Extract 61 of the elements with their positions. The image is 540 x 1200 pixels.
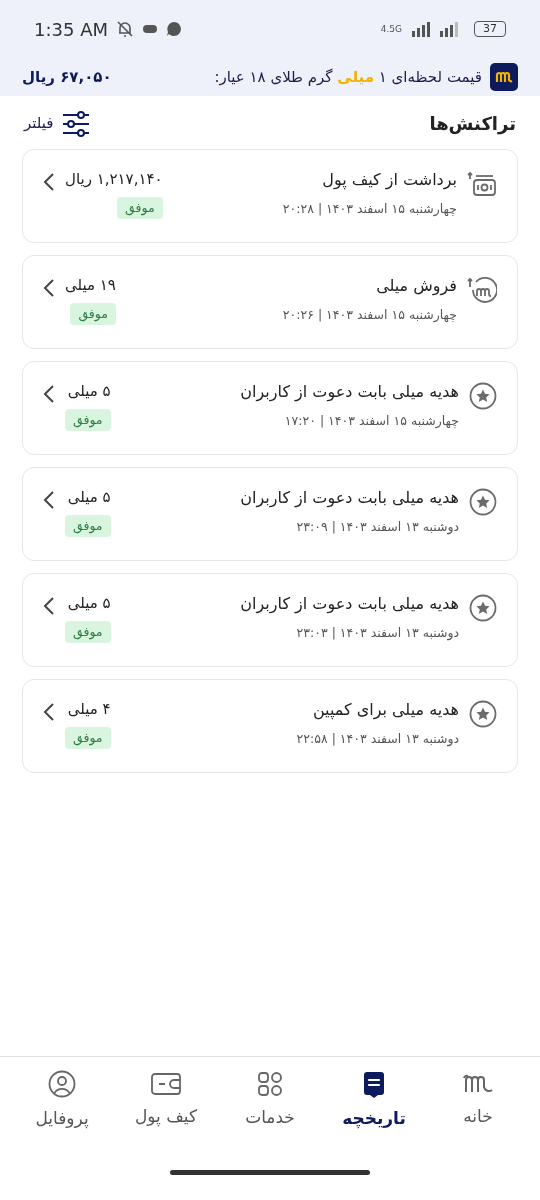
status-badge: موفق: [65, 726, 111, 750]
transaction-date: چهارشنبه ۱۵ اسفند ۱۴۰۳ | ۲۰:۲۶: [281, 306, 457, 325]
transaction-amount: ۴ میلی: [67, 699, 111, 720]
transaction-card[interactable]: برداشت از کیف پول چهارشنبه ۱۵ اسفند ۱۴۰۳ | ۲۰:۲۸ ۱,۲۱۷,۱۴۰ ریال موفق: [22, 149, 518, 243]
grid-icon: [257, 1070, 283, 1097]
status-badge: موفق: [65, 514, 111, 538]
page-title: تراکنش‌ها: [429, 112, 516, 137]
transaction-card[interactable]: فروش میلی چهارشنبه ۱۵ اسفند ۱۴۰۳ | ۲۰:۲۶ ۱۹ میلی موفق: [22, 255, 518, 349]
profile-icon: [48, 1069, 76, 1098]
transaction-title: هدیه میلی بابت دعوت از کاربران: [239, 593, 459, 616]
transaction-card[interactable]: هدیه میلی بابت دعوت از کاربران دوشنبه ۱۳ اسفند ۱۴۰۳ | ۲۳:۰۹ ۵ میلی موفق: [22, 467, 518, 561]
transaction-date: دوشنبه ۱۳ اسفند ۱۴۰۳ | ۲۲:۵۸: [295, 730, 459, 749]
transaction-amount: ۱۹ میلی: [65, 275, 116, 296]
star-badge-icon: [469, 700, 497, 728]
chevron-left-icon[interactable]: [43, 596, 55, 616]
status-badge: موفق: [65, 408, 111, 432]
price-value: ۶۷,۰۵۰ ریال: [22, 66, 112, 88]
transaction-title: فروش میلی: [375, 275, 457, 298]
chat-bubble-icon: [166, 21, 182, 37]
transaction-amount: ۵ میلی: [67, 487, 111, 508]
app-logo-icon: [490, 63, 518, 91]
transaction-title: برداشت از کیف پول: [321, 169, 457, 192]
transaction-amount: ۵ میلی: [67, 593, 111, 614]
chevron-left-icon[interactable]: [43, 172, 55, 192]
filter-button[interactable]: فیلتر: [24, 110, 92, 137]
transaction-date: چهارشنبه ۱۵ اسفند ۱۴۰۳ | ۱۷:۲۰: [283, 412, 459, 431]
receipt-icon: [361, 1069, 387, 1098]
status-time: 1:35 AM: [34, 17, 108, 42]
transaction-card[interactable]: هدیه میلی بابت دعوت از کاربران چهارشنبه ۱۵ اسفند ۱۴۰۳ | ۱۷:۲۰ ۵ میلی موفق: [22, 361, 518, 455]
price-caption: قیمت لحظه‌ای ۱ میلی گرم طلای ۱۸ عیار:: [214, 66, 482, 88]
transaction-card[interactable]: هدیه میلی برای کمپین دوشنبه ۱۳ اسفند ۱۴۰۳ | ۲۲:۵۸ ۴ میلی موفق: [22, 679, 518, 773]
nav-tab[interactable]: پروفایل: [17, 1069, 107, 1132]
network-type: 4.5G: [380, 23, 402, 36]
nav-tab[interactable]: کیف پول: [121, 1071, 211, 1130]
wallet-icon: [150, 1071, 182, 1096]
transaction-amount: ۵ میلی: [67, 381, 111, 402]
nav-tab[interactable]: خدمات: [225, 1070, 315, 1131]
status-badge: موفق: [70, 302, 116, 326]
star-badge-icon: [469, 382, 497, 410]
transaction-date: دوشنبه ۱۳ اسفند ۱۴۰۳ | ۲۳:۰۳: [295, 624, 459, 643]
chevron-left-icon[interactable]: [43, 278, 55, 298]
status-badge: موفق: [117, 196, 163, 220]
transaction-title: هدیه میلی بابت دعوت از کاربران: [239, 381, 459, 404]
transaction-card[interactable]: هدیه میلی بابت دعوت از کاربران دوشنبه ۱۳ اسفند ۱۴۰۳ | ۲۳:۰۳ ۵ میلی موفق: [22, 573, 518, 667]
transaction-amount: ۱,۲۱۷,۱۴۰ ریال: [65, 169, 163, 190]
transaction-title: هدیه میلی برای کمپین: [311, 699, 459, 722]
chevron-left-icon[interactable]: [43, 490, 55, 510]
nav-tab[interactable]: خانه: [433, 1071, 523, 1130]
battery-indicator: 37: [474, 21, 506, 37]
star-badge-icon: [469, 488, 497, 516]
transaction-title: هدیه میلی بابت دعوت از کاربران: [239, 487, 459, 510]
chevron-left-icon[interactable]: [43, 384, 55, 404]
nav-tab[interactable]: تاریخچه: [329, 1069, 419, 1132]
bell-off-icon: [116, 20, 134, 38]
transaction-date: دوشنبه ۱۳ اسفند ۱۴۰۳ | ۲۳:۰۹: [295, 518, 459, 537]
transaction-date: چهارشنبه ۱۵ اسفند ۱۴۰۳ | ۲۰:۲۸: [281, 200, 457, 219]
coin-up-icon: [467, 276, 497, 306]
sliders-icon: [61, 110, 92, 137]
status-badge: موفق: [65, 620, 111, 644]
chevron-left-icon[interactable]: [43, 702, 55, 722]
star-badge-icon: [469, 594, 497, 622]
